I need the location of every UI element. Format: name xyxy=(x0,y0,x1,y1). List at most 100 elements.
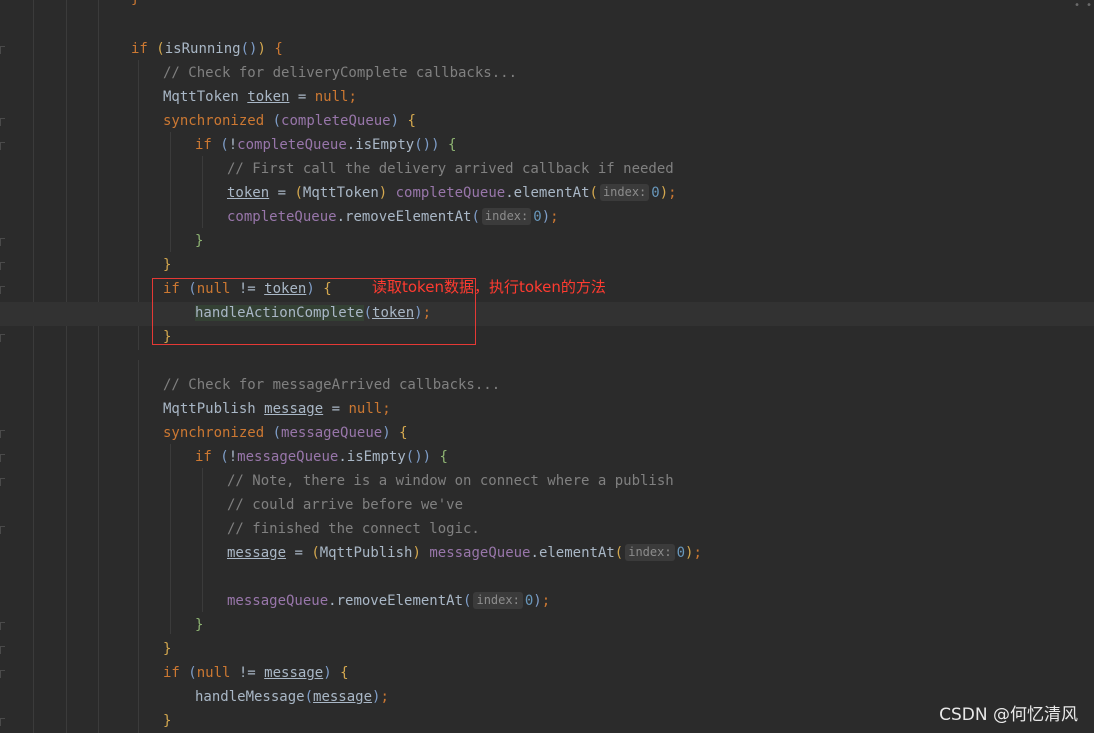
paren: ) xyxy=(257,41,266,57)
indent-guide xyxy=(202,156,203,228)
scroll-indicator[interactable]: • • xyxy=(1074,0,1092,11)
parameter-hint: index: xyxy=(599,184,650,201)
indent-guide xyxy=(170,444,171,634)
watermark: CSDN @何忆清风 xyxy=(939,705,1078,725)
brace: } xyxy=(195,617,204,633)
fold-marker[interactable] xyxy=(0,430,5,438)
keyword: null xyxy=(196,665,231,681)
paren: () xyxy=(240,41,258,57)
code-line[interactable]: } xyxy=(163,709,171,733)
fold-marker[interactable] xyxy=(0,478,5,486)
code-line[interactable]: // Check for messageArrived callbacks... xyxy=(163,373,500,397)
number: 0 xyxy=(651,185,660,201)
code-line[interactable]: MqttPublish message = null; xyxy=(163,397,391,421)
field: messageQueue xyxy=(281,425,383,441)
method-call: isEmpty xyxy=(346,449,406,465)
code-line[interactable]: if (isRunning()) { xyxy=(131,37,283,61)
method-call: removeElementAt xyxy=(345,209,472,225)
type: MqttToken xyxy=(163,89,239,105)
fold-marker[interactable] xyxy=(0,286,5,294)
variable: token xyxy=(247,89,290,105)
fold-marker[interactable] xyxy=(0,526,5,534)
fold-marker[interactable] xyxy=(0,118,5,126)
number: 0 xyxy=(524,593,534,609)
comment: // Check for deliveryComplete callbacks.… xyxy=(163,65,518,81)
code-line[interactable]: // could arrive before we've xyxy=(227,493,463,517)
brace: } xyxy=(163,713,172,729)
code-line[interactable]: MqttToken token = null; xyxy=(163,85,357,109)
indent-guide xyxy=(66,0,67,733)
field: completeQueue xyxy=(395,185,506,201)
fold-marker[interactable] xyxy=(0,646,5,654)
field: messageQueue xyxy=(227,593,329,609)
method-call: isRunning xyxy=(164,41,241,57)
indent-guide xyxy=(170,132,171,252)
code-line[interactable]: } xyxy=(131,0,139,11)
field: messageQueue xyxy=(237,449,339,465)
comment: // finished the connect logic. xyxy=(227,521,480,537)
keyword: if xyxy=(195,449,212,465)
parameter-hint: index: xyxy=(481,208,532,225)
variable: message xyxy=(313,689,373,705)
method-call: elementAt xyxy=(538,545,615,561)
code-line[interactable]: } xyxy=(163,253,171,277)
variable: message xyxy=(264,401,324,417)
code-line[interactable]: if (!messageQueue.isEmpty()) { xyxy=(195,445,448,469)
fold-marker[interactable] xyxy=(0,334,5,342)
keyword: null xyxy=(314,89,349,105)
indent-guide xyxy=(138,360,139,733)
comment: // could arrive before we've xyxy=(227,497,464,513)
annotation-text: 读取token数据，执行token的方法 xyxy=(372,278,606,296)
field: completeQueue xyxy=(237,137,347,153)
comment: // Check for messageArrived callbacks... xyxy=(163,377,501,393)
code-line[interactable]: messageQueue.removeElementAt(index: 0); xyxy=(227,589,550,613)
brace: { xyxy=(274,41,283,57)
closing-brace: } xyxy=(131,0,139,7)
code-line[interactable]: // finished the connect logic. xyxy=(227,517,480,541)
code-line[interactable]: synchronized (messageQueue) { xyxy=(163,421,408,445)
code-line[interactable]: completeQueue.removeElementAt(index: 0); xyxy=(227,205,559,229)
fold-marker[interactable] xyxy=(0,454,5,462)
keyword: if xyxy=(195,137,212,153)
type: MqttPublish xyxy=(163,401,256,417)
indent-guide xyxy=(98,0,99,733)
brace: } xyxy=(195,233,204,249)
parameter-hint: index: xyxy=(473,592,523,609)
brace: } xyxy=(163,641,172,657)
fold-marker[interactable] xyxy=(0,238,5,246)
method-call: removeElementAt xyxy=(336,593,464,609)
fold-marker[interactable] xyxy=(0,46,5,54)
method-call: elementAt xyxy=(513,185,590,201)
number: 0 xyxy=(533,209,542,225)
code-line[interactable]: synchronized (completeQueue) { xyxy=(163,109,416,133)
indent-guide xyxy=(202,468,203,612)
paren: ( xyxy=(156,41,165,57)
number: 0 xyxy=(676,545,686,561)
variable: message xyxy=(264,665,324,681)
method-call: handleMessage xyxy=(195,689,305,705)
code-line[interactable]: handleMessage(message); xyxy=(195,685,389,709)
type: MqttToken xyxy=(302,185,379,201)
fold-marker[interactable] xyxy=(0,670,5,678)
type: MqttPublish xyxy=(319,545,413,561)
fold-marker[interactable] xyxy=(0,142,5,150)
code-line[interactable]: if (null != message) { xyxy=(163,661,349,685)
code-line[interactable]: message = (MqttPublish) messageQueue.ele… xyxy=(227,541,702,565)
keyword: if xyxy=(131,41,148,57)
keyword: null xyxy=(348,401,383,417)
keyword: synchronized xyxy=(163,113,265,129)
parameter-hint: index: xyxy=(625,544,675,561)
indent-guide xyxy=(33,0,34,733)
method-call: isEmpty xyxy=(355,137,415,153)
code-line[interactable]: } xyxy=(163,637,171,661)
code-line[interactable]: // Note, there is a window on connect wh… xyxy=(227,469,674,493)
fold-marker[interactable] xyxy=(0,262,5,270)
code-line[interactable]: } xyxy=(195,613,203,637)
code-line[interactable]: if (!completeQueue.isEmpty()) { xyxy=(195,133,456,157)
code-line[interactable]: } xyxy=(195,229,203,253)
code-line[interactable]: // First call the delivery arrived callb… xyxy=(227,157,674,181)
code-line[interactable]: // Check for deliveryComplete callbacks.… xyxy=(163,61,517,85)
fold-marker[interactable] xyxy=(0,718,5,726)
fold-marker[interactable] xyxy=(0,622,5,630)
code-line[interactable]: token = (MqttToken) completeQueue.elemen… xyxy=(227,181,677,205)
